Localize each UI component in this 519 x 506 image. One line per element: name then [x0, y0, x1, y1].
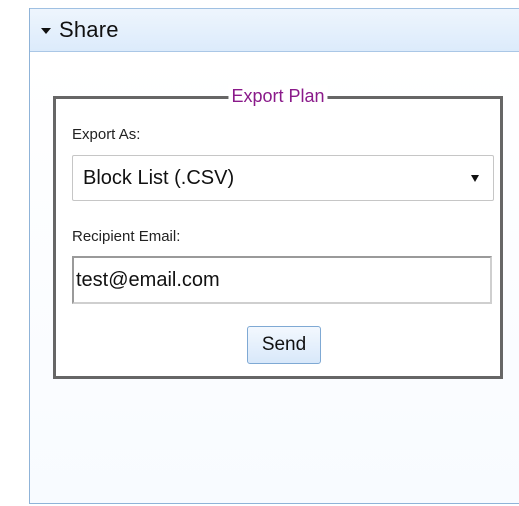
panel-title: Share: [59, 17, 119, 42]
recipient-email-label: Recipient Email:: [72, 228, 181, 245]
export-plan-legend: Export Plan: [228, 85, 328, 107]
share-panel: Share Export Plan Export As: Block List …: [29, 8, 519, 504]
share-panel-body: Export Plan Export As: Block List (.CSV)…: [30, 52, 519, 503]
export-format-select[interactable]: Block List (.CSV): [72, 155, 494, 201]
export-as-label: Export As:: [72, 126, 141, 143]
dropdown-arrow-icon[interactable]: [471, 174, 479, 182]
export-plan-fieldset: Export Plan Export As: Block List (.CSV)…: [53, 85, 503, 379]
send-button[interactable]: Send: [247, 326, 321, 364]
share-panel-header[interactable]: Share: [30, 8, 519, 52]
share-page: Share Export Plan Export As: Block List …: [0, 0, 519, 506]
recipient-email-input[interactable]: [72, 256, 492, 304]
collapse-triangle-icon[interactable]: [41, 28, 51, 34]
export-format-value: Block List (.CSV): [83, 166, 235, 189]
